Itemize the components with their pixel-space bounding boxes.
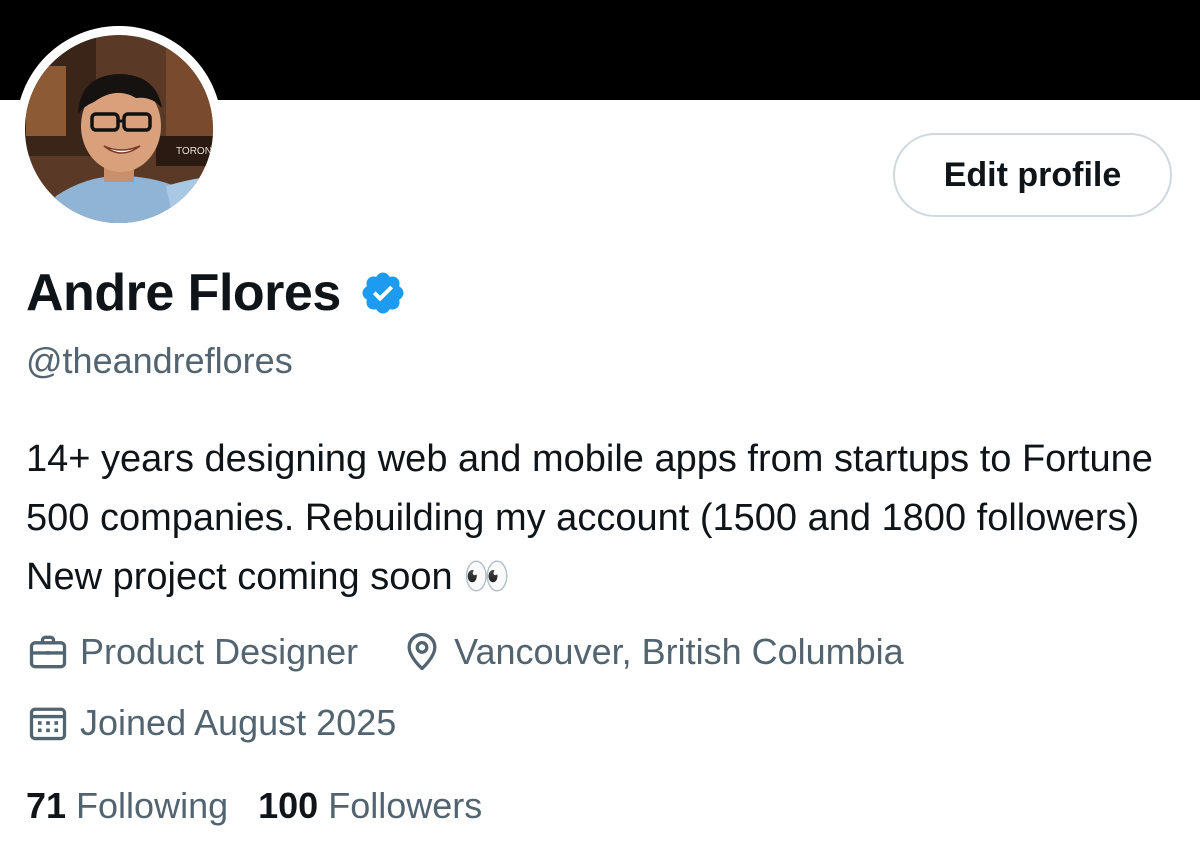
calendar-icon <box>26 701 70 745</box>
name-row: Andre Flores <box>26 258 407 328</box>
profession-label: Product Designer <box>80 631 359 672</box>
following-label: Following <box>76 785 229 826</box>
bio-text: 14+ years designing web and mobile apps … <box>26 438 1153 598</box>
followers-label: Followers <box>328 785 483 826</box>
display-name: Andre Flores <box>26 264 341 322</box>
followers-link[interactable]: 100 Followers <box>258 785 482 827</box>
avatar[interactable]: TORONTO <box>16 26 222 232</box>
profile-joined-row: Joined August 2025 <box>26 697 438 749</box>
follow-stats: 71 Following 100 Followers <box>26 780 512 832</box>
briefcase-icon <box>26 630 70 674</box>
following-count: 71 <box>26 785 67 826</box>
followers-count: 100 <box>258 785 319 826</box>
verified-badge-icon[interactable] <box>359 269 407 317</box>
profile-page: TORONTO Edit profile Andre Flores @thean… <box>0 0 1200 866</box>
edit-profile-button[interactable]: Edit profile <box>893 133 1172 217</box>
profile-meta-row: Product Designer Vancouver, British Colu… <box>26 626 946 678</box>
profession-item: Product Designer <box>26 630 358 674</box>
location-pin-icon <box>400 630 444 674</box>
user-handle: @theandreflores <box>26 340 293 381</box>
following-link[interactable]: 71 Following <box>26 785 228 827</box>
avatar-photo: TORONTO <box>16 26 222 232</box>
location-label: Vancouver, British Columbia <box>454 631 904 672</box>
location-item: Vancouver, British Columbia <box>400 630 904 674</box>
joined-item: Joined August 2025 <box>26 701 396 745</box>
joined-label: Joined August 2025 <box>80 702 397 743</box>
